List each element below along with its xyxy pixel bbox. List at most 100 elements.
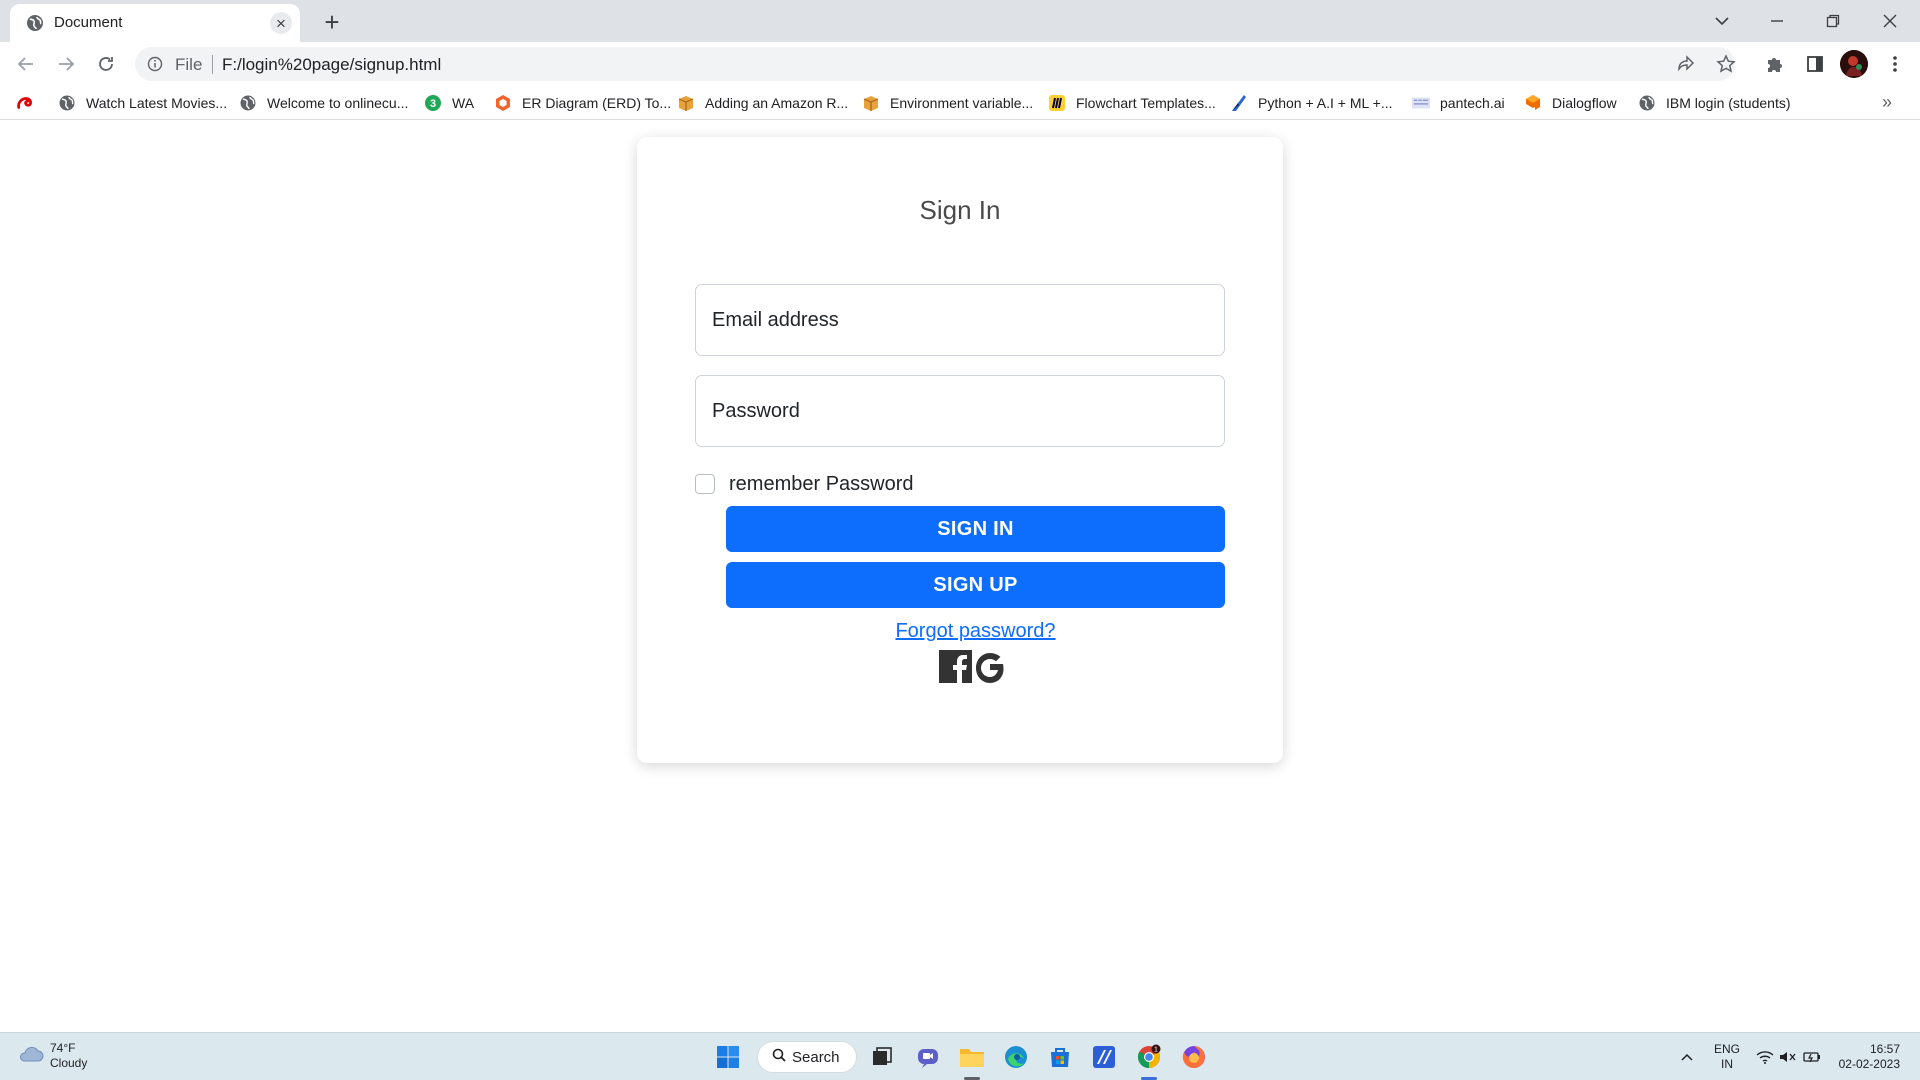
bookmark-label: IBM login (students) bbox=[1666, 95, 1791, 111]
remember-password-label[interactable]: remember Password bbox=[729, 473, 914, 496]
password-input[interactable] bbox=[696, 376, 1224, 446]
kebab-menu-icon[interactable] bbox=[1880, 49, 1910, 79]
firefox-icon[interactable] bbox=[1180, 1043, 1208, 1071]
tab-strip: Document × + bbox=[0, 0, 1920, 42]
whatsapp-badge-icon: 3 bbox=[424, 94, 442, 112]
address-bar[interactable]: File F:/login%20page/signup.html bbox=[135, 47, 1735, 81]
dialogflow-icon bbox=[1524, 94, 1542, 112]
microsoft-store-icon[interactable] bbox=[1046, 1043, 1074, 1071]
bookmark-welcome-to-onlinecu[interactable]: Welcome to onlinecu... bbox=[239, 86, 408, 120]
globe-icon bbox=[58, 94, 76, 112]
aws-box-icon bbox=[677, 94, 695, 112]
file-explorer-icon[interactable] bbox=[958, 1043, 986, 1071]
forward-arrow-icon[interactable] bbox=[51, 49, 81, 79]
bookmark-label: Environment variable... bbox=[890, 95, 1034, 111]
remember-password-row: remember Password bbox=[695, 470, 914, 498]
clock-date: 02-02-2023 bbox=[1838, 1057, 1900, 1071]
profile-avatar[interactable] bbox=[1840, 50, 1868, 78]
google-icon[interactable] bbox=[970, 646, 1010, 691]
url-text[interactable]: F:/login%20page/signup.html bbox=[222, 55, 441, 75]
bookmark-label: Flowchart Templates... bbox=[1076, 95, 1216, 111]
whatsapp-badge-count: 3 bbox=[430, 98, 436, 110]
lucidchart-icon bbox=[494, 94, 512, 112]
bookmark-label: WA bbox=[452, 95, 475, 111]
bookmark-wa[interactable]: 3 WA bbox=[424, 86, 474, 120]
chrome-badge-count: 1 bbox=[1154, 1047, 1158, 1054]
bookmark-ibm-login[interactable]: IBM login (students) bbox=[1638, 86, 1791, 120]
python-blade-icon bbox=[1230, 94, 1248, 112]
volume-muted-icon[interactable] bbox=[1779, 1033, 1797, 1080]
forgot-password-link[interactable]: Forgot password? bbox=[726, 620, 1225, 643]
windows-taskbar: 74°F Cloudy Search 1 ENG IN 16:57 02-02-… bbox=[0, 1032, 1920, 1080]
miro-icon bbox=[1048, 94, 1066, 112]
bookmark-python-ai-ml[interactable]: Python + A.I + ML +... bbox=[1230, 86, 1393, 120]
bookmark-label: Watch Latest Movies... bbox=[86, 95, 228, 111]
globe-icon bbox=[1638, 94, 1656, 112]
more-bookmarks-chevron-icon[interactable]: » bbox=[1882, 92, 1892, 113]
bookmark-label: ER Diagram (ERD) To... bbox=[522, 95, 672, 111]
teams-chat-icon[interactable] bbox=[914, 1043, 942, 1071]
start-windows-icon[interactable] bbox=[714, 1043, 742, 1071]
airtel-icon bbox=[16, 94, 34, 112]
bookmark-pantech[interactable]: pantech.ai bbox=[1412, 86, 1505, 120]
edge-browser-icon[interactable] bbox=[1002, 1043, 1030, 1071]
bookmark-label: Python + A.I + ML +... bbox=[1258, 95, 1393, 111]
task-view-icon[interactable] bbox=[868, 1043, 896, 1071]
clock-time: 16:57 bbox=[1869, 1042, 1900, 1056]
bookmark-dialogflow[interactable]: Dialogflow bbox=[1524, 86, 1617, 120]
bookmark-flowchart-templates[interactable]: Flowchart Templates... bbox=[1048, 86, 1216, 120]
side-panel-icon[interactable] bbox=[1800, 49, 1830, 79]
globe-icon bbox=[239, 94, 257, 112]
email-field[interactable] bbox=[695, 284, 1225, 356]
extensions-puzzle-icon[interactable] bbox=[1760, 49, 1790, 79]
social-login-icons bbox=[938, 648, 1010, 688]
close-window-button[interactable] bbox=[1875, 6, 1905, 36]
bookmark-label: Adding an Amazon R... bbox=[705, 95, 849, 111]
battery-icon[interactable] bbox=[1803, 1033, 1821, 1080]
tab-search-chevron-icon[interactable] bbox=[1707, 6, 1737, 36]
password-field[interactable] bbox=[695, 375, 1225, 447]
bookmark-watch-latest-movies[interactable]: Watch Latest Movies... bbox=[58, 86, 227, 120]
chrome-icon[interactable]: 1 bbox=[1135, 1043, 1163, 1071]
search-icon bbox=[772, 1048, 786, 1066]
bookmark-label: Dialogflow bbox=[1552, 95, 1617, 111]
system-clock[interactable]: 16:57 02-02-2023 bbox=[1830, 1042, 1900, 1072]
restore-button[interactable] bbox=[1818, 6, 1848, 36]
remember-password-checkbox[interactable] bbox=[695, 474, 715, 494]
wifi-icon[interactable] bbox=[1756, 1033, 1774, 1080]
taskbar-search[interactable]: Search bbox=[757, 1041, 857, 1073]
sign-in-button[interactable]: SIGN IN bbox=[726, 506, 1225, 552]
bookmark-airtel[interactable] bbox=[16, 86, 44, 120]
bookmark-star-icon[interactable] bbox=[1711, 49, 1741, 79]
tab-title: Document bbox=[54, 14, 123, 31]
show-hidden-icons-chevron[interactable] bbox=[1680, 1033, 1694, 1080]
close-tab-icon[interactable]: × bbox=[270, 12, 292, 34]
back-arrow-icon[interactable] bbox=[11, 49, 41, 79]
info-icon[interactable] bbox=[147, 56, 163, 72]
bookmark-label: pantech.ai bbox=[1440, 95, 1505, 111]
bookmarks-bar: Watch Latest Movies... Welcome to online… bbox=[0, 86, 1920, 120]
aws-box-icon bbox=[862, 94, 880, 112]
share-icon[interactable] bbox=[1671, 49, 1701, 79]
weather-widget[interactable]: 74°F Cloudy bbox=[18, 1041, 87, 1071]
bookmark-er-diagram[interactable]: ER Diagram (ERD) To... bbox=[494, 86, 671, 120]
email-input[interactable] bbox=[696, 285, 1224, 355]
weather-condition: Cloudy bbox=[50, 1056, 88, 1070]
cloud-icon bbox=[18, 1045, 44, 1068]
bookmark-environment-variable[interactable]: Environment variable... bbox=[862, 86, 1033, 120]
sign-up-button[interactable]: SIGN UP bbox=[726, 562, 1225, 608]
weather-temp: 74°F bbox=[50, 1041, 76, 1055]
language-indicator[interactable]: ENG IN bbox=[1714, 1033, 1740, 1080]
visual-studio-app-icon[interactable] bbox=[1090, 1043, 1118, 1071]
pantech-icon bbox=[1412, 94, 1430, 112]
new-tab-button[interactable]: + bbox=[318, 8, 346, 36]
facebook-icon[interactable] bbox=[938, 648, 974, 689]
url-separator bbox=[212, 55, 213, 74]
language-code: ENG bbox=[1714, 1042, 1741, 1056]
reload-icon[interactable] bbox=[91, 49, 121, 79]
browser-tab-document[interactable]: Document × bbox=[10, 4, 300, 42]
bookmark-adding-amazon[interactable]: Adding an Amazon R... bbox=[677, 86, 848, 120]
minimize-button[interactable] bbox=[1762, 6, 1792, 36]
language-region: IN bbox=[1721, 1057, 1733, 1071]
browser-toolbar: File F:/login%20page/signup.html bbox=[0, 42, 1920, 86]
